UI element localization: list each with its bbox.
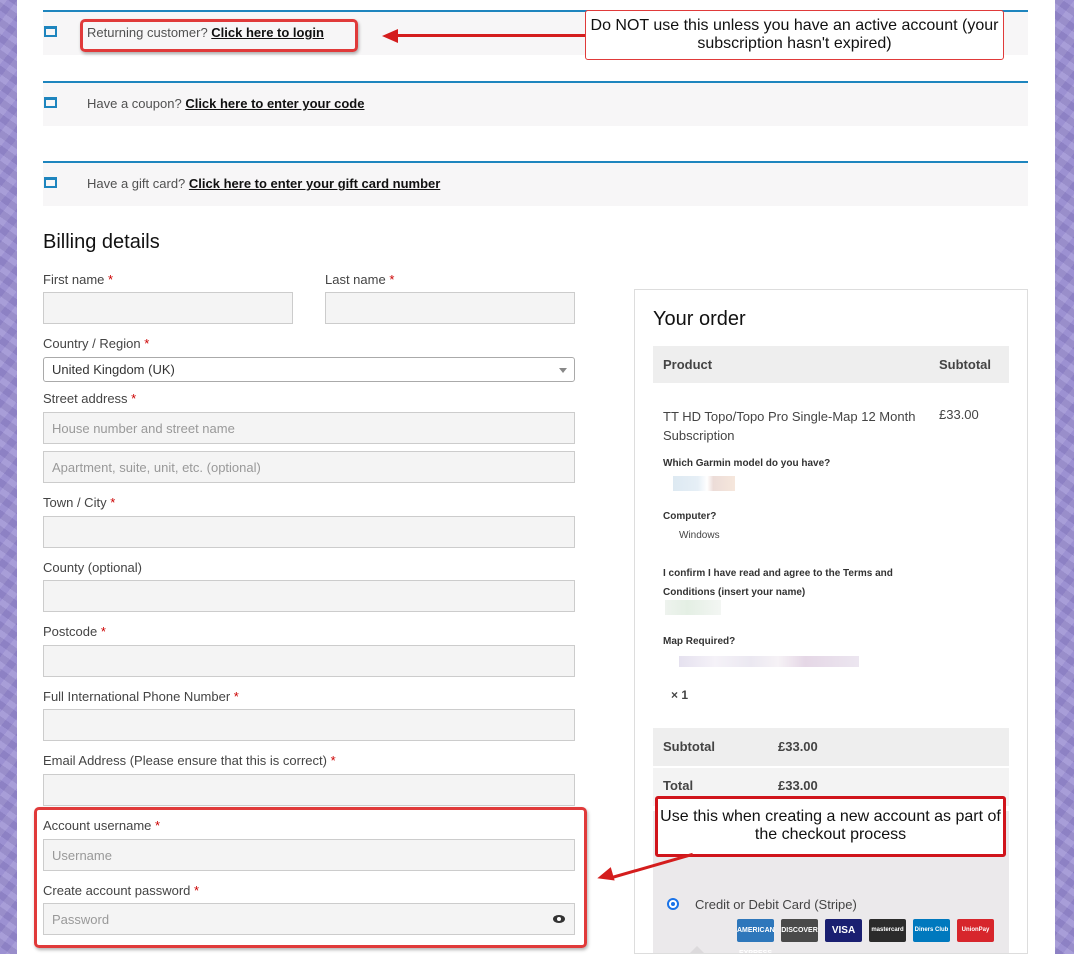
order-table-header: Product Subtotal bbox=[653, 346, 1009, 383]
arrow-head-left-icon bbox=[382, 29, 398, 43]
postcode-input[interactable] bbox=[43, 645, 575, 677]
phone-input[interactable] bbox=[43, 709, 575, 741]
window-icon bbox=[44, 177, 57, 188]
county-label: County (optional) bbox=[43, 560, 142, 575]
subtotal-value: £33.00 bbox=[778, 739, 818, 754]
street-address-2-input[interactable] bbox=[43, 451, 575, 483]
unionpay-icon: UnionPay bbox=[957, 919, 994, 942]
last-name-input[interactable] bbox=[325, 292, 575, 324]
stripe-payment-label[interactable]: Credit or Debit Card (Stripe) bbox=[695, 897, 857, 912]
order-item-price: £33.00 bbox=[939, 407, 979, 422]
window-icon bbox=[44, 97, 57, 108]
gift-card-notice: Have a gift card? Click here to enter yo… bbox=[43, 161, 1028, 206]
street-address-input[interactable] bbox=[43, 412, 575, 444]
arrow-line bbox=[395, 34, 585, 37]
mastercard-icon: mastercard bbox=[869, 919, 906, 942]
gift-card-notice-text: Have a gift card? bbox=[87, 176, 186, 191]
order-heading: Your order bbox=[653, 308, 746, 330]
county-input[interactable] bbox=[43, 580, 575, 612]
blurred-value bbox=[673, 476, 735, 491]
discover-icon: DISCOVER bbox=[781, 919, 818, 942]
town-city-input[interactable] bbox=[43, 516, 575, 548]
email-label: Email Address (Please ensure that this i… bbox=[43, 753, 336, 768]
meta-key-map-required: Map Required? bbox=[663, 636, 736, 647]
meta-value-computer: Windows bbox=[679, 530, 720, 541]
meta-key-garmin-model: Which Garmin model do you have? bbox=[663, 458, 831, 469]
stripe-radio[interactable] bbox=[667, 898, 679, 910]
total-label: Total bbox=[663, 778, 694, 793]
country-select[interactable]: United Kingdom (UK) bbox=[43, 357, 575, 382]
account-fields-highlight-box bbox=[34, 807, 587, 948]
blurred-value bbox=[679, 656, 859, 667]
subtotal-label: Subtotal bbox=[663, 739, 715, 754]
town-city-label: Town / City * bbox=[43, 495, 116, 510]
phone-label: Full International Phone Number * bbox=[43, 689, 239, 704]
subtotal-row: Subtotal £33.00 bbox=[653, 728, 1009, 766]
meta-key-terms: I confirm I have read and agree to the T… bbox=[663, 568, 893, 598]
account-callout: Use this when creating a new account as … bbox=[655, 796, 1006, 857]
order-item-name: TT HD Topo/Topo Pro Single-Map 12 Month … bbox=[663, 409, 916, 443]
product-column-header: Product bbox=[663, 357, 713, 372]
billing-details-heading: Billing details bbox=[43, 231, 160, 253]
first-name-label: First name * bbox=[43, 272, 114, 287]
gift-card-link[interactable]: Click here to enter your gift card numbe… bbox=[189, 176, 440, 191]
window-icon bbox=[44, 26, 57, 37]
country-label: Country / Region * bbox=[43, 336, 150, 351]
amex-icon: AMERICAN EXPRESS bbox=[737, 919, 775, 953]
total-value: £33.00 bbox=[778, 778, 818, 793]
coupon-notice-text: Have a coupon? bbox=[87, 96, 182, 111]
login-highlight-box bbox=[80, 19, 358, 52]
last-name-label: Last name * bbox=[325, 272, 395, 287]
login-callout: Do NOT use this unless you have an activ… bbox=[585, 10, 1004, 60]
order-item-quantity: × 1 bbox=[671, 688, 689, 702]
country-select-value: United Kingdom (UK) bbox=[52, 362, 175, 377]
first-name-input[interactable] bbox=[43, 292, 293, 324]
coupon-link[interactable]: Click here to enter your code bbox=[185, 96, 364, 111]
diners-club-icon: Diners Club bbox=[913, 919, 950, 942]
blurred-value bbox=[665, 600, 721, 615]
email-input[interactable] bbox=[43, 774, 575, 806]
subtotal-column-header: Subtotal bbox=[939, 357, 991, 372]
meta-key-computer: Computer? bbox=[663, 511, 717, 522]
coupon-notice: Have a coupon? Click here to enter your … bbox=[43, 81, 1028, 126]
chevron-down-icon bbox=[559, 368, 567, 373]
visa-icon: VISA bbox=[825, 919, 862, 942]
postcode-label: Postcode * bbox=[43, 624, 106, 639]
street-address-label: Street address * bbox=[43, 391, 137, 406]
